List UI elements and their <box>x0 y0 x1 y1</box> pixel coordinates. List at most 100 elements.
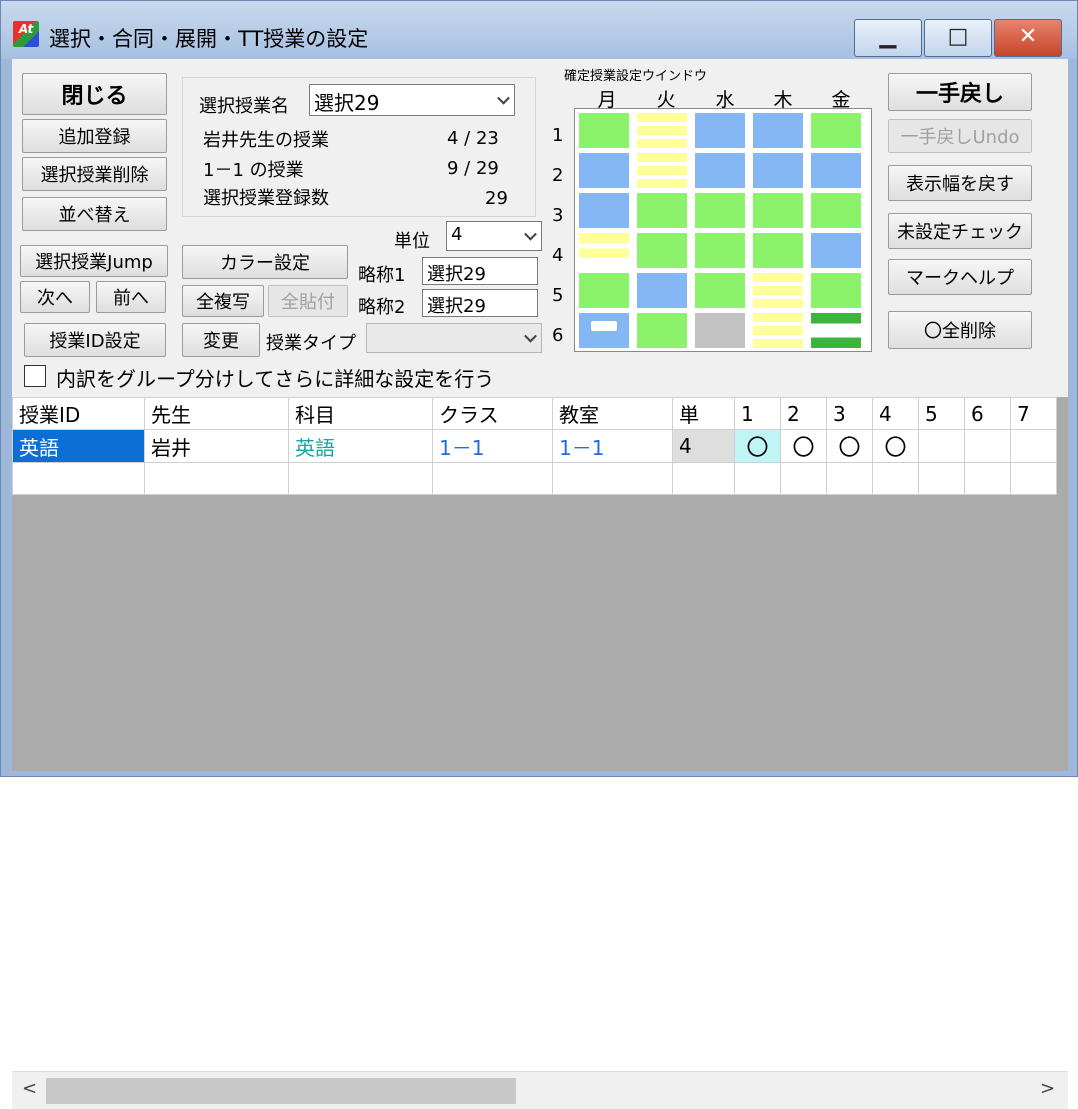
prev-button[interactable]: 前へ <box>96 281 166 313</box>
column-header[interactable]: 2 <box>780 397 827 430</box>
timetable-cell[interactable] <box>637 273 687 308</box>
cell-mark[interactable]: 〇 <box>826 429 873 463</box>
column-header[interactable]: 5 <box>918 397 965 430</box>
timetable-cell[interactable] <box>811 193 861 228</box>
empty-cell[interactable] <box>12 462 145 495</box>
timetable-cell[interactable] <box>695 113 745 148</box>
group-detail-checkbox[interactable] <box>24 365 46 387</box>
add-register-button[interactable]: 追加登録 <box>22 119 167 153</box>
close-button[interactable]: 閉じる <box>22 73 167 115</box>
empty-cell[interactable] <box>144 462 289 495</box>
sort-button[interactable]: 並べ替え <box>22 197 167 231</box>
abbrev2-input[interactable]: 選択29 <box>422 289 538 317</box>
timetable-cell[interactable] <box>753 153 803 188</box>
timetable-grid[interactable] <box>574 108 872 352</box>
cell-units[interactable]: 4 <box>672 429 735 463</box>
mark-help-button[interactable]: マークヘルプ <box>888 259 1032 295</box>
timetable-cell[interactable] <box>637 153 687 188</box>
timetable-cell[interactable] <box>811 153 861 188</box>
lesson-table[interactable]: 授業ID 先生 科目 クラス 教室 単 1 2 3 4 5 6 7 英語 岩井 <box>12 397 1057 495</box>
copy-all-button[interactable]: 全複写 <box>182 285 264 317</box>
cell-mark[interactable]: 〇 <box>780 429 827 463</box>
column-header[interactable]: 単 <box>672 397 735 430</box>
timetable-cell[interactable] <box>753 193 803 228</box>
color-setting-button[interactable]: カラー設定 <box>182 245 348 279</box>
timetable-cell[interactable] <box>811 273 861 308</box>
scroll-left-icon[interactable]: < <box>22 1078 37 1099</box>
paste-all-button[interactable]: 全貼付 <box>268 285 348 317</box>
column-header[interactable]: クラス <box>432 397 553 430</box>
timetable-cell[interactable] <box>753 233 803 268</box>
selected-lesson-name-select[interactable]: 選択29 <box>309 84 515 116</box>
timetable-cell[interactable] <box>811 313 861 348</box>
timetable-cell[interactable] <box>579 193 629 228</box>
column-header[interactable]: 7 <box>1010 397 1057 430</box>
timetable-cell[interactable] <box>637 193 687 228</box>
cell-room[interactable]: 1－1 <box>552 429 673 463</box>
abbrev1-input[interactable]: 選択29 <box>422 257 538 285</box>
empty-cell[interactable] <box>826 462 873 495</box>
lesson-id-setting-button[interactable]: 授業ID設定 <box>24 323 166 357</box>
minimize-button[interactable]: ▁ <box>854 19 922 57</box>
cell-teacher[interactable]: 岩井 <box>144 429 289 463</box>
column-header[interactable]: 教室 <box>552 397 673 430</box>
cell-mark[interactable] <box>918 429 965 463</box>
empty-cell[interactable] <box>780 462 827 495</box>
timetable-cell[interactable] <box>753 113 803 148</box>
empty-cell[interactable] <box>672 462 735 495</box>
timetable-cell[interactable] <box>753 273 803 308</box>
cell-mark[interactable] <box>1010 429 1057 463</box>
timetable-cell[interactable] <box>695 193 745 228</box>
change-button[interactable]: 変更 <box>182 323 260 357</box>
timetable-cell[interactable] <box>695 273 745 308</box>
scroll-right-icon[interactable]: > <box>1040 1078 1055 1099</box>
column-header[interactable]: 4 <box>872 397 919 430</box>
delete-selected-button[interactable]: 選択授業削除 <box>22 157 167 191</box>
jump-button[interactable]: 選択授業Jump <box>20 245 168 277</box>
timetable-cell[interactable] <box>811 233 861 268</box>
cell-mark[interactable]: 〇 <box>734 429 781 463</box>
cell-subject[interactable]: 英語 <box>288 429 433 463</box>
lesson-type-select[interactable] <box>366 323 542 353</box>
empty-cell[interactable] <box>734 462 781 495</box>
cell-mark[interactable]: 〇 <box>872 429 919 463</box>
column-header[interactable]: 1 <box>734 397 781 430</box>
cell-class[interactable]: 1－1 <box>432 429 553 463</box>
cell-mark[interactable] <box>964 429 1011 463</box>
undo-button[interactable]: 一手戻し <box>888 73 1032 111</box>
close-window-button[interactable]: ✕ <box>994 19 1062 57</box>
empty-cell[interactable] <box>552 462 673 495</box>
empty-cell[interactable] <box>872 462 919 495</box>
empty-cell[interactable] <box>288 462 433 495</box>
cell-lesson-id[interactable]: 英語 <box>12 429 145 463</box>
timetable-cell[interactable] <box>637 313 687 348</box>
timetable-cell[interactable] <box>579 233 629 268</box>
timetable-cell[interactable] <box>579 273 629 308</box>
next-button[interactable]: 次へ <box>20 281 90 313</box>
scroll-thumb[interactable] <box>46 1078 516 1104</box>
timetable-cell[interactable] <box>811 113 861 148</box>
timetable-cell[interactable] <box>579 153 629 188</box>
redo-button[interactable]: 一手戻しUndo <box>888 119 1032 153</box>
unset-check-button[interactable]: 未設定チェック <box>888 213 1032 249</box>
table-row[interactable]: 英語 岩井 英語 1－1 1－1 4 〇 〇 〇 〇 <box>12 429 1057 463</box>
timetable-cell[interactable] <box>695 153 745 188</box>
timetable-cell[interactable] <box>637 233 687 268</box>
empty-cell[interactable] <box>1010 462 1057 495</box>
timetable-cell[interactable] <box>637 113 687 148</box>
reset-width-button[interactable]: 表示幅を戻す <box>888 165 1032 201</box>
table-row-empty[interactable] <box>12 462 1057 495</box>
timetable-cell[interactable] <box>579 313 629 348</box>
column-header[interactable]: 6 <box>964 397 1011 430</box>
unit-select[interactable]: 4 <box>446 221 542 251</box>
empty-cell[interactable] <box>432 462 553 495</box>
clear-marks-button[interactable]: 〇全削除 <box>888 311 1032 349</box>
column-header[interactable]: 先生 <box>144 397 289 430</box>
timetable-cell[interactable] <box>753 313 803 348</box>
column-header[interactable]: 授業ID <box>12 397 145 430</box>
timetable-cell[interactable] <box>579 113 629 148</box>
empty-cell[interactable] <box>964 462 1011 495</box>
timetable-cell[interactable] <box>695 233 745 268</box>
horizontal-scrollbar[interactable]: < > <box>12 1071 1068 1109</box>
empty-cell[interactable] <box>918 462 965 495</box>
